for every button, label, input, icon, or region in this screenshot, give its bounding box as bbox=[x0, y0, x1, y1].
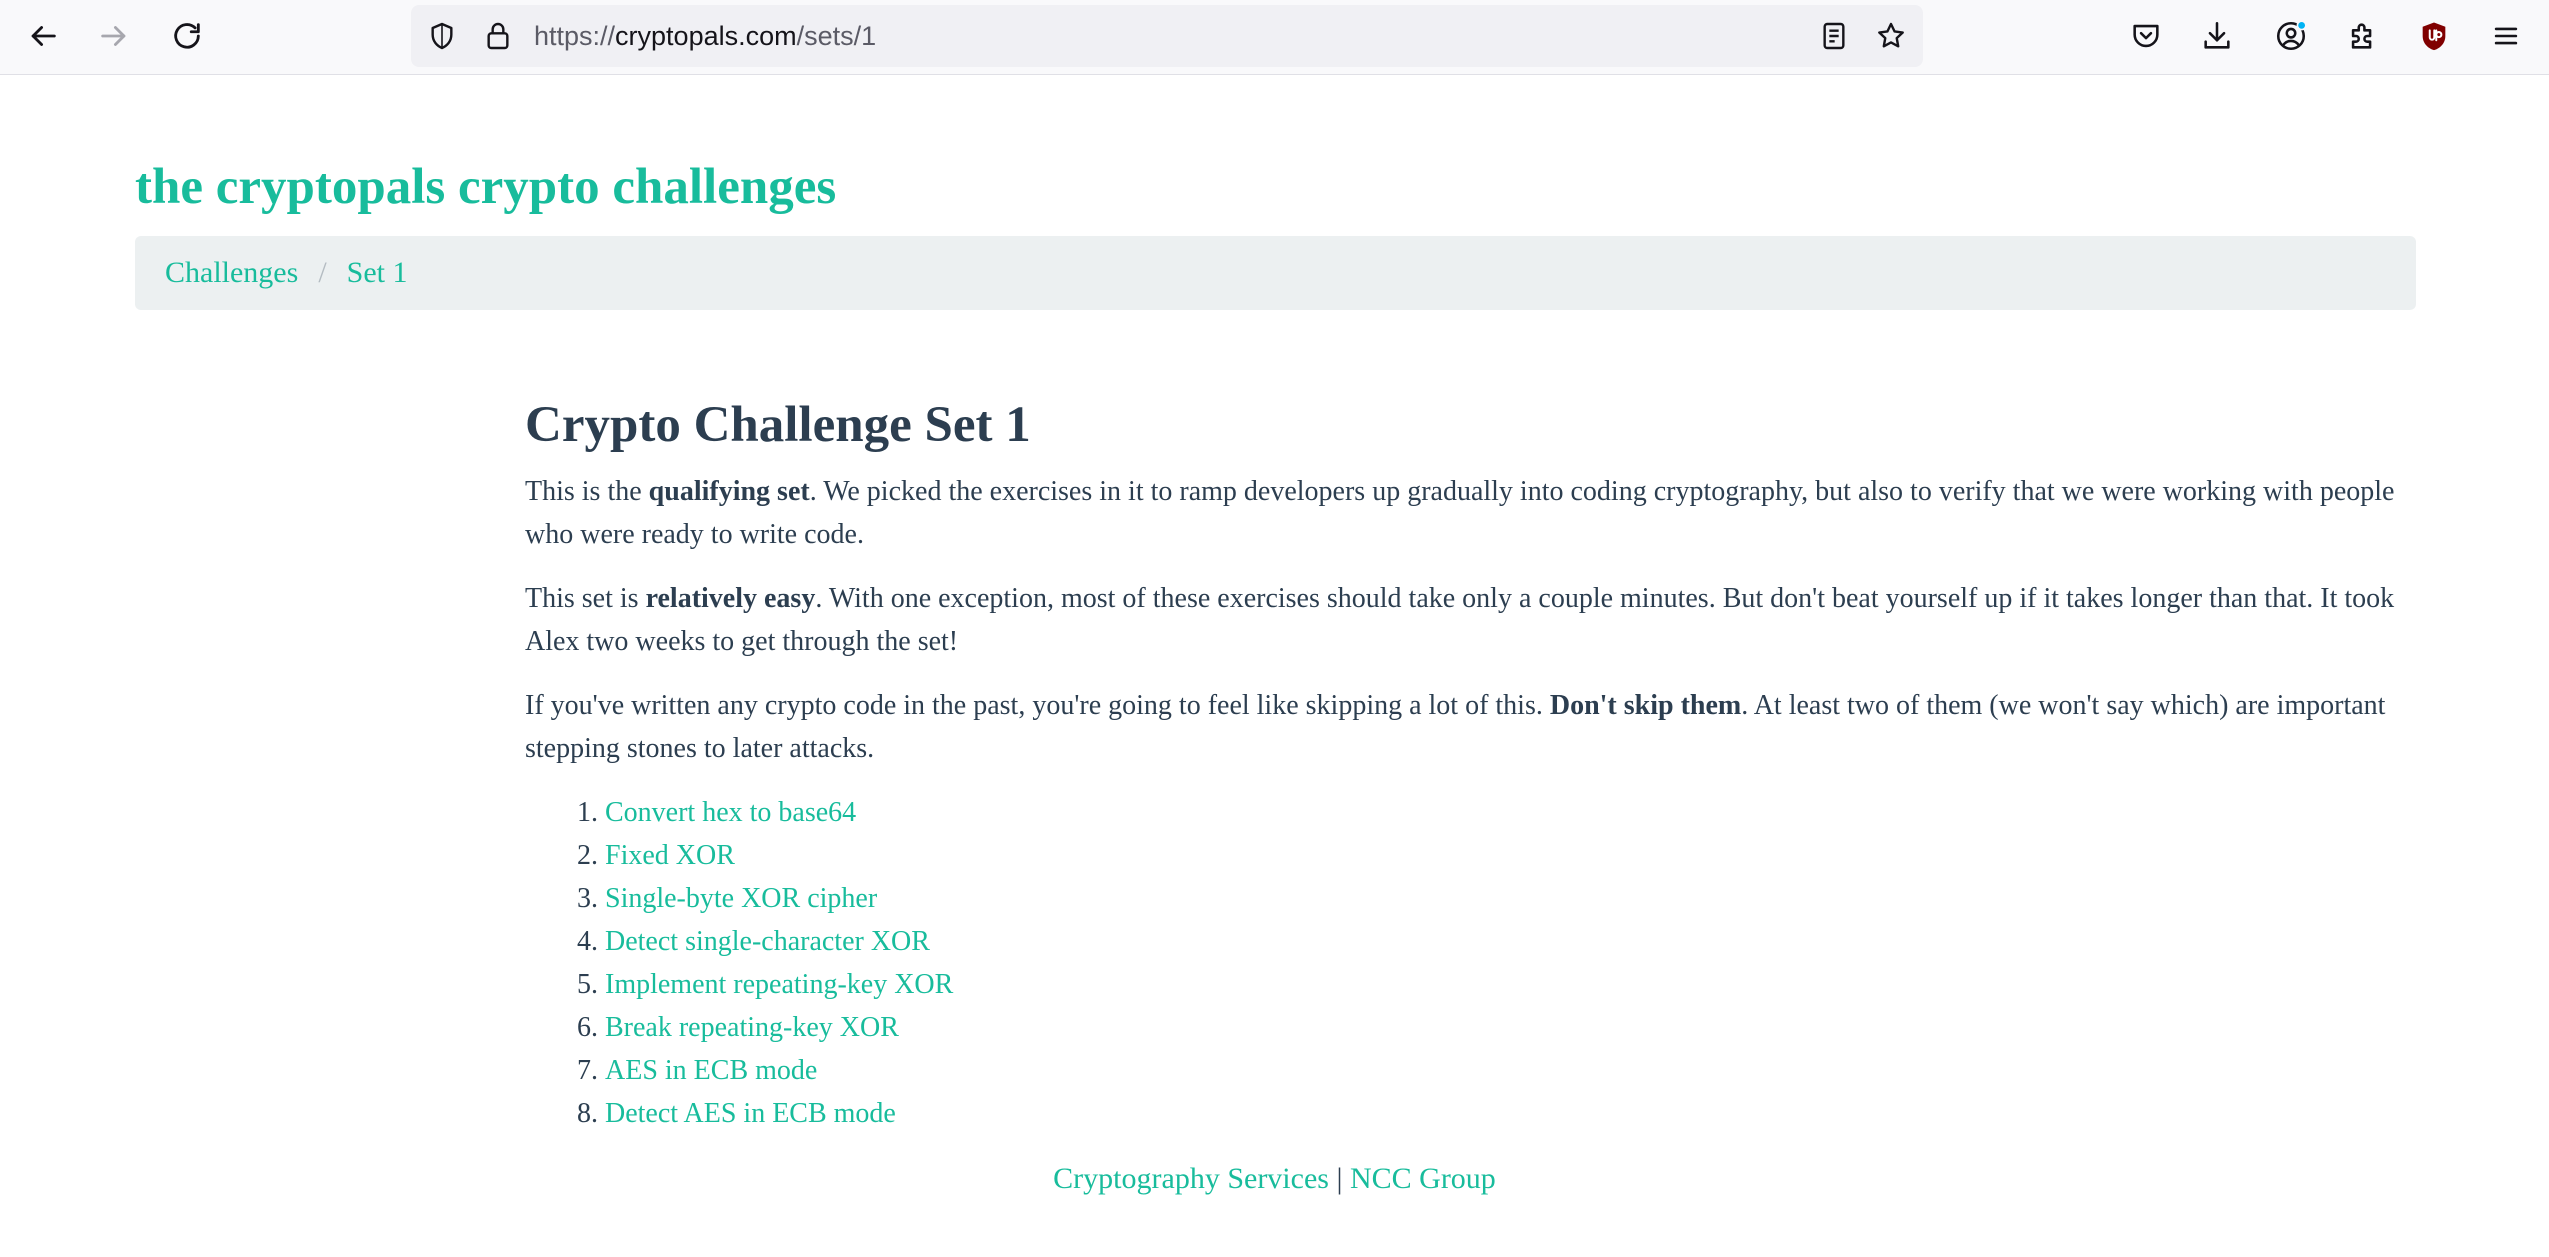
intro-paragraph-2: This set is relatively easy. With one ex… bbox=[525, 577, 2425, 663]
lock-icon[interactable] bbox=[481, 19, 515, 53]
breadcrumb-set-1-link[interactable]: Set 1 bbox=[347, 256, 408, 289]
hamburger-menu-icon bbox=[2494, 27, 2518, 45]
arrow-right-icon bbox=[101, 26, 126, 46]
list-item: Break repeating-key XOR bbox=[605, 1006, 2425, 1049]
reader-view-icon[interactable] bbox=[1817, 19, 1851, 53]
breadcrumb-challenges-link[interactable]: Challenges bbox=[165, 256, 298, 289]
ublock-button[interactable] bbox=[2408, 10, 2460, 62]
paragraph-text: This is the bbox=[525, 476, 649, 507]
challenge-link[interactable]: Detect AES in ECB mode bbox=[605, 1098, 896, 1129]
back-button[interactable] bbox=[17, 10, 69, 62]
paragraph-bold-text: Don't skip them bbox=[1549, 690, 1742, 721]
arrow-left-icon bbox=[31, 26, 56, 46]
download-icon bbox=[2204, 21, 2230, 49]
url-scheme: https:// bbox=[534, 21, 616, 51]
list-item: Implement repeating-key XOR bbox=[605, 963, 2425, 1006]
main-content: Crypto Challenge Set 1 This is the quali… bbox=[525, 380, 2425, 1135]
list-item: Convert hex to base64 bbox=[605, 791, 2425, 834]
url-bar[interactable]: https://cryptopals.com/sets/1 bbox=[411, 5, 1923, 67]
challenge-link[interactable]: Detect single-character XOR bbox=[605, 926, 930, 957]
menu-button[interactable] bbox=[2480, 10, 2532, 62]
footer: Cryptography Services | NCC Group bbox=[0, 1158, 2549, 1200]
extensions-button[interactable] bbox=[2337, 10, 2389, 62]
pocket-icon bbox=[2133, 24, 2159, 48]
site-title[interactable]: the cryptopals crypto challenges bbox=[135, 152, 836, 222]
account-icon bbox=[2276, 20, 2307, 51]
intro-paragraph-3: If you've written any crypto code in the… bbox=[525, 684, 2425, 770]
breadcrumb: Challenges / Set 1 bbox=[135, 236, 2416, 310]
challenge-link[interactable]: Convert hex to base64 bbox=[605, 797, 856, 828]
paragraph-bold-text: qualifying set bbox=[648, 476, 810, 507]
shield-icon[interactable] bbox=[425, 19, 459, 53]
account-button[interactable] bbox=[2265, 10, 2317, 62]
list-item: Detect AES in ECB mode bbox=[605, 1092, 2425, 1135]
footer-cryptography-services-link[interactable]: Cryptography Services bbox=[1053, 1162, 1329, 1195]
list-item: Fixed XOR bbox=[605, 834, 2425, 877]
url-text[interactable]: https://cryptopals.com/sets/1 bbox=[534, 19, 876, 53]
challenge-link[interactable]: Break repeating-key XOR bbox=[605, 1012, 899, 1043]
downloads-button[interactable] bbox=[2191, 10, 2243, 62]
paragraph-text: If you've written any crypto code in the… bbox=[525, 690, 1550, 721]
page-heading: Crypto Challenge Set 1 bbox=[525, 397, 1031, 453]
pocket-button[interactable] bbox=[2120, 10, 2172, 62]
footer-ncc-group-link[interactable]: NCC Group bbox=[1350, 1162, 1496, 1195]
notification-badge bbox=[2296, 20, 2307, 31]
footer-divider: | bbox=[1336, 1162, 1343, 1195]
intro-paragraph-1: This is the qualifying set. We picked th… bbox=[525, 470, 2425, 556]
paragraph-text: This set is bbox=[525, 583, 646, 614]
reload-icon bbox=[174, 23, 200, 49]
url-path: /sets/1 bbox=[796, 21, 877, 51]
list-item: AES in ECB mode bbox=[605, 1049, 2425, 1092]
list-item: Single-byte XOR cipher bbox=[605, 877, 2425, 920]
browser-toolbar: https://cryptopals.com/sets/1 bbox=[0, 0, 2549, 75]
url-host: cryptopals.com bbox=[615, 21, 797, 51]
challenge-link[interactable]: Single-byte XOR cipher bbox=[605, 883, 877, 914]
challenge-list: Convert hex to base64 Fixed XOR Single-b… bbox=[525, 791, 2425, 1135]
challenge-link[interactable]: Fixed XOR bbox=[605, 840, 735, 871]
forward-button[interactable] bbox=[88, 10, 140, 62]
list-item: Detect single-character XOR bbox=[605, 920, 2425, 963]
ublock-icon bbox=[2422, 22, 2446, 51]
challenge-link[interactable]: AES in ECB mode bbox=[605, 1055, 817, 1086]
challenge-link[interactable]: Implement repeating-key XOR bbox=[605, 969, 953, 1000]
reload-button[interactable] bbox=[161, 10, 213, 62]
puzzle-icon bbox=[2351, 23, 2372, 49]
paragraph-bold-text: relatively easy bbox=[645, 583, 816, 614]
breadcrumb-separator: / bbox=[318, 256, 327, 289]
star-icon[interactable] bbox=[1874, 19, 1908, 53]
